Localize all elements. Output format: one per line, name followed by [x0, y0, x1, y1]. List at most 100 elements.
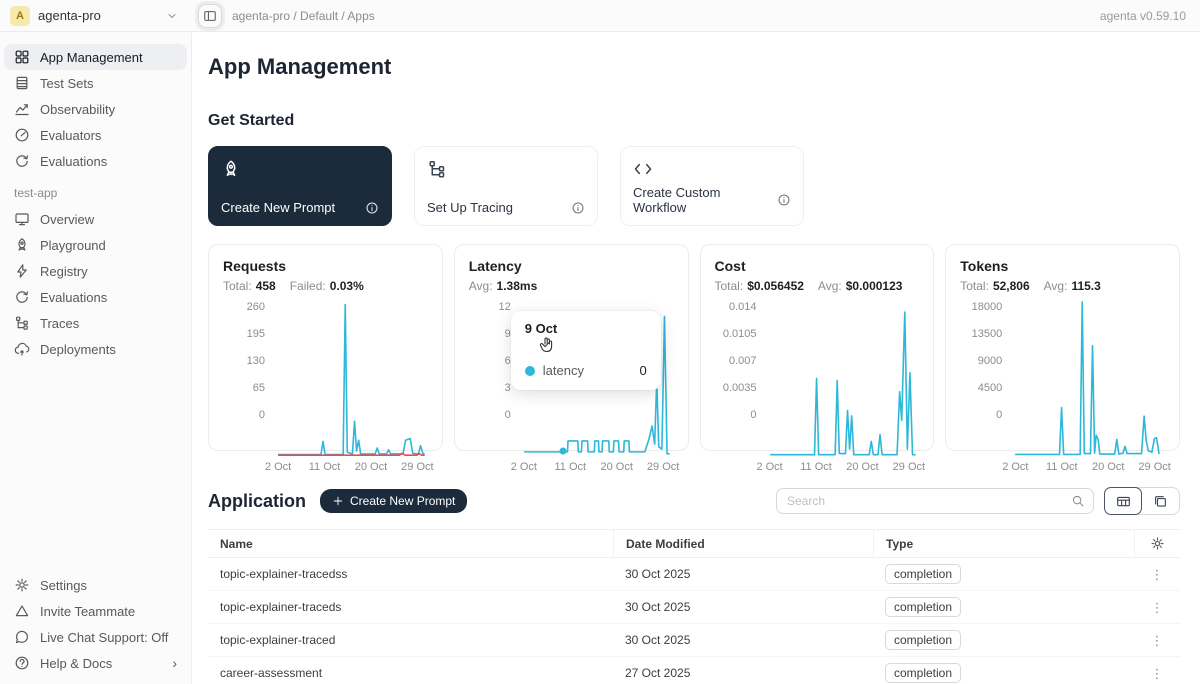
table-row[interactable]: topic-explainer-tracedss 30 Oct 2025 com… — [208, 558, 1180, 591]
create-custom-workflow-card[interactable]: Create Custom Workflow — [620, 146, 804, 226]
row-menu-button[interactable]: ⋮ — [1151, 568, 1164, 581]
app-date: 30 Oct 2025 — [613, 600, 873, 614]
create-new-prompt-button[interactable]: Create New Prompt — [320, 489, 467, 513]
metric-stats: Total:458 Failed:0.03% — [223, 279, 428, 293]
sidebar-item-overview[interactable]: Overview — [4, 206, 187, 232]
breadcrumb-area: agenta-pro / Default / Apps — [192, 4, 1100, 28]
sidebar-item-live-chat[interactable]: Live Chat Support: Off — [4, 624, 187, 650]
version-label: agenta v0.59.10 — [1100, 9, 1200, 23]
requests-chart[interactable]: 2601951306502 Oct11 Oct20 Oct29 Oct — [223, 301, 428, 437]
info-icon[interactable] — [365, 201, 379, 215]
sidebar-item-observability[interactable]: Observability — [4, 96, 187, 122]
sidebar: App Management Test Sets Observability E… — [0, 32, 192, 684]
tree-icon — [427, 159, 447, 179]
card-view-icon — [1153, 494, 1168, 509]
type-badge: completion — [885, 597, 961, 617]
sidebar-item-label: Settings — [40, 578, 87, 593]
info-icon[interactable] — [777, 193, 791, 207]
card-label: Create Custom Workflow — [633, 185, 777, 215]
sidebar-item-evaluations[interactable]: Evaluations — [4, 148, 187, 174]
help-circle-icon — [14, 655, 30, 671]
header-name: Name — [208, 537, 613, 551]
cost-chart[interactable]: 0.0140.01050.0070.003502 Oct11 Oct20 Oct… — [715, 301, 920, 437]
search-icon[interactable] — [1071, 494, 1085, 508]
row-menu-button[interactable]: ⋮ — [1151, 601, 1164, 614]
application-heading: Application — [208, 491, 306, 512]
gear-icon[interactable] — [1150, 536, 1165, 551]
plus-icon — [332, 495, 344, 507]
info-icon[interactable] — [571, 201, 585, 215]
chevron-right-icon: › — [172, 656, 177, 670]
topbar: A agenta-pro agenta-pro / Default / Apps… — [0, 0, 1200, 32]
sidebar-item-invite-teammate[interactable]: Invite Teammate — [4, 598, 187, 624]
table-row[interactable]: topic-explainer-traced 30 Oct 2025 compl… — [208, 624, 1180, 657]
sidebar-item-label: Overview — [40, 212, 94, 227]
sidebar-toggle-button[interactable] — [198, 4, 222, 28]
series-dot-icon — [525, 366, 535, 376]
application-header: Application Create New Prompt — [208, 487, 1180, 515]
gauge-icon — [14, 127, 30, 143]
row-menu-button[interactable]: ⋮ — [1151, 667, 1164, 680]
chat-bubble-icon — [14, 629, 30, 645]
metric-title: Tokens — [960, 258, 1165, 274]
sidebar-item-label: Traces — [40, 316, 79, 331]
sidebar-item-evaluators[interactable]: Evaluators — [4, 122, 187, 148]
table-row[interactable]: topic-explainer-traceds 30 Oct 2025 comp… — [208, 591, 1180, 624]
chart-line-icon — [14, 101, 30, 117]
table-view-icon — [1116, 494, 1131, 509]
sidebar-item-label: Observability — [40, 102, 115, 117]
type-badge: completion — [885, 663, 961, 683]
create-new-prompt-card[interactable]: Create New Prompt — [208, 146, 392, 226]
sidebar-item-label: Live Chat Support: Off — [40, 630, 168, 645]
sidebar-item-help-docs[interactable]: Help & Docs › — [4, 650, 187, 676]
metric-stats: Total:52,806 Avg:115.3 — [960, 279, 1165, 293]
app-name: topic-explainer-tracedss — [208, 567, 613, 581]
tooltip-date: 9 Oct — [525, 321, 647, 336]
metric-title: Requests — [223, 258, 428, 274]
app-date: 30 Oct 2025 — [613, 567, 873, 581]
sidebar-item-playground[interactable]: Playground — [4, 232, 187, 258]
requests-card: Requests Total:458 Failed:0.03% 26019513… — [208, 244, 443, 451]
chevron-down-icon — [166, 10, 178, 22]
metric-title: Latency — [469, 258, 674, 274]
set-up-tracing-card[interactable]: Set Up Tracing — [414, 146, 598, 226]
row-menu-button[interactable]: ⋮ — [1151, 634, 1164, 647]
tokens-chart[interactable]: 18000135009000450002 Oct11 Oct20 Oct29 O… — [960, 301, 1165, 437]
workspace-name: agenta-pro — [38, 8, 158, 23]
main-content: App Management Get Started Create New Pr… — [192, 32, 1200, 684]
sidebar-item-traces[interactable]: Traces — [4, 310, 187, 336]
type-badge: completion — [885, 564, 961, 584]
sidebar-item-app-management[interactable]: App Management — [4, 44, 187, 70]
sidebar-item-label: App Management — [40, 50, 143, 65]
sidebar-item-label: Test Sets — [40, 76, 93, 91]
page-title: App Management — [208, 54, 1180, 80]
refresh-icon — [14, 153, 30, 169]
sidebar-item-label: Help & Docs — [40, 656, 112, 671]
app-name: topic-explainer-traced — [208, 633, 613, 647]
sidebar-item-label: Evaluations — [40, 290, 107, 305]
tooltip-series: latency — [543, 363, 584, 378]
table-row[interactable]: career-assessment 27 Oct 2025 completion… — [208, 657, 1180, 684]
workspace-selector[interactable]: A agenta-pro — [0, 6, 192, 26]
panel-left-icon — [203, 9, 217, 23]
sidebar-item-label: Evaluators — [40, 128, 101, 143]
sidebar-item-registry[interactable]: Registry — [4, 258, 187, 284]
metric-stats: Total:$0.056452 Avg:$0.000123 — [715, 279, 920, 293]
sidebar-item-deployments[interactable]: Deployments — [4, 336, 187, 362]
sidebar-item-label: Deployments — [40, 342, 116, 357]
table-icon — [14, 75, 30, 91]
sidebar-item-test-sets[interactable]: Test Sets — [4, 70, 187, 96]
table-view-button[interactable] — [1104, 487, 1142, 515]
triangle-icon — [14, 603, 30, 619]
app-name: topic-explainer-traceds — [208, 600, 613, 614]
search-input[interactable] — [787, 494, 1071, 508]
sidebar-item-evaluations-app[interactable]: Evaluations — [4, 284, 187, 310]
sidebar-item-settings[interactable]: Settings — [4, 572, 187, 598]
workspace-avatar: A — [10, 6, 30, 26]
table-header: Name Date Modified Type — [208, 530, 1180, 558]
card-view-button[interactable] — [1141, 488, 1179, 514]
sidebar-item-label: Playground — [40, 238, 106, 253]
tooltip-value: 0 — [640, 363, 647, 378]
search-box — [776, 488, 1094, 514]
tree-icon — [14, 315, 30, 331]
